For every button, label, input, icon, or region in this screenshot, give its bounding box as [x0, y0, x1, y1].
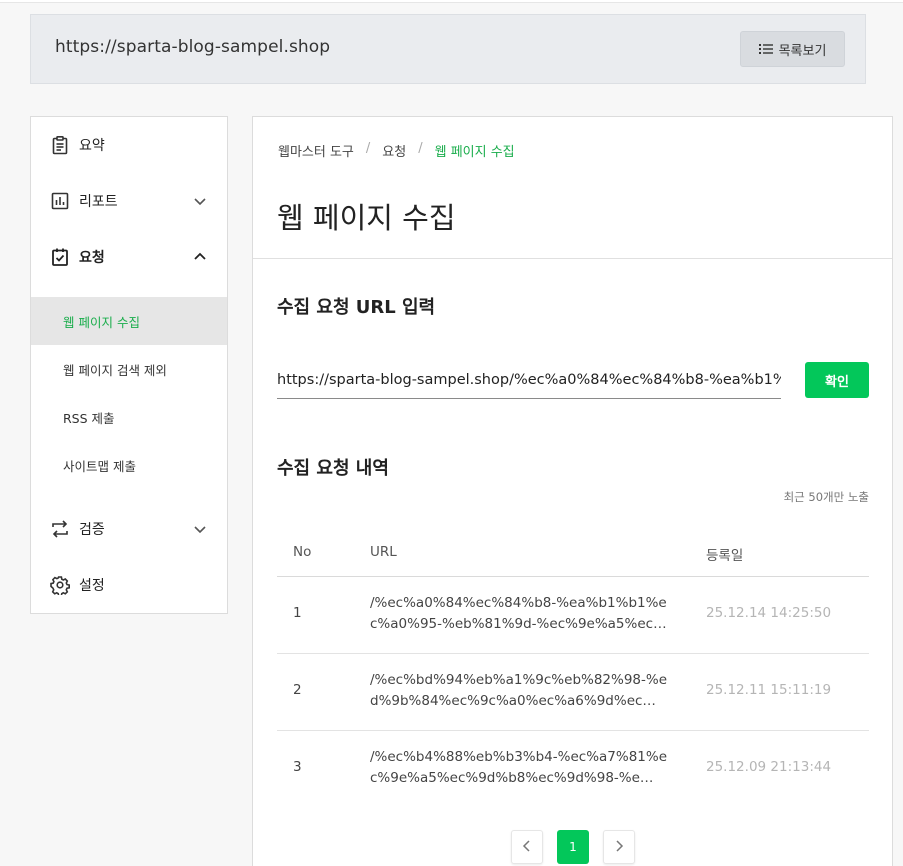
column-header-no: No: [293, 544, 312, 560]
chevron-right-icon: [614, 839, 624, 855]
sidebar-item-summary[interactable]: 요약: [31, 117, 227, 173]
confirm-button[interactable]: 확인: [805, 362, 869, 398]
chevron-up-icon: [193, 249, 207, 268]
sidebar-subitem-web-page-collect[interactable]: 웹 페이지 수집: [31, 297, 227, 345]
bar-chart-icon: [49, 190, 71, 212]
clipboard-icon: [49, 134, 71, 156]
history-hint: 최근 50개만 노출: [783, 490, 869, 504]
top-bar: [0, 0, 903, 3]
next-page-button[interactable]: [603, 830, 635, 864]
chevron-down-icon: [193, 193, 207, 212]
sidebar-item-request[interactable]: 요청: [31, 229, 227, 285]
site-url: https://sparta-blog-sampel.shop: [55, 37, 331, 57]
clipboard-check-icon: [49, 246, 71, 268]
sidebar-item-label: 요청: [79, 250, 105, 266]
url-input[interactable]: [277, 361, 781, 399]
request-section-title: 수집 요청 URL 입력: [277, 297, 436, 318]
sidebar: 요약 리포트 요청 웹 페이지 수집 웹 페이지 검색 제외 RSS 제출 사이…: [30, 116, 228, 614]
row-url: /%ec%bd%94%eb%a1%9c%eb%82%98-%ed%9b%84%e…: [370, 672, 668, 709]
sidebar-subitem-sitemap-submit[interactable]: 사이트맵 제출: [31, 441, 227, 489]
page-button-current[interactable]: 1: [557, 830, 589, 864]
table-row: 2 /%ec%bd%94%eb%a1%9c%eb%82%98-%ed%9b%84…: [277, 654, 869, 731]
row-date: 25.12.14 14:25:50: [706, 605, 832, 621]
breadcrumb-separator: /: [365, 141, 371, 156]
sidebar-item-label: 검증: [79, 522, 105, 538]
row-no: 2: [293, 682, 302, 698]
prev-page-button[interactable]: [511, 830, 543, 864]
breadcrumb-item-request[interactable]: 요청: [382, 141, 406, 160]
sidebar-subitem-rss-submit[interactable]: RSS 제출: [31, 393, 227, 441]
list-view-button[interactable]: 목록보기: [740, 31, 845, 67]
column-header-date: 등록일: [706, 548, 744, 564]
chevron-down-icon: [193, 521, 207, 540]
row-url: /%ec%a0%84%ec%84%b8-%ea%b1%b1%ec%a0%95-%…: [370, 595, 667, 632]
list-view-label: 목록보기: [778, 43, 827, 59]
sidebar-item-report[interactable]: 리포트: [31, 173, 227, 229]
row-no: 3: [293, 759, 302, 775]
table-row: 1 /%ec%a0%84%ec%84%b8-%ea%b1%b1%ec%a0%95…: [277, 577, 869, 654]
breadcrumb-separator: /: [418, 141, 423, 156]
table-header: No URL 등록일: [277, 523, 869, 577]
sidebar-item-label: 리포트: [79, 194, 118, 210]
list-icon: [758, 43, 773, 55]
breadcrumb: 웹마스터 도구 / 요청 / 웹 페이지 수집: [278, 141, 515, 160]
divider: [253, 258, 892, 259]
swap-arrows-icon: [49, 518, 71, 540]
row-date: 25.12.09 21:13:44: [706, 759, 832, 775]
chevron-left-icon: [522, 839, 532, 855]
row-date: 25.12.11 15:11:19: [706, 682, 832, 698]
site-header: https://sparta-blog-sampel.shop 목록보기: [30, 14, 866, 84]
column-header-url: URL: [370, 544, 397, 560]
pagination: 1: [511, 830, 635, 864]
sidebar-item-verify[interactable]: 검증: [31, 501, 227, 557]
page-title: 웹 페이지 수집: [277, 201, 456, 235]
sidebar-item-label: 설정: [79, 578, 105, 594]
table-row: 3 /%ec%b4%88%eb%b3%b4-%ec%a7%81%ec%9e%a5…: [277, 731, 869, 808]
row-url: /%ec%b4%88%eb%b3%b4-%ec%a7%81%ec%9e%a5%e…: [370, 749, 668, 786]
sidebar-item-label: 요약: [79, 138, 105, 154]
row-no: 1: [293, 605, 302, 621]
sidebar-item-settings[interactable]: 설정: [31, 557, 227, 613]
breadcrumb-item-current: 웹 페이지 수집: [434, 145, 515, 160]
gear-icon: [49, 574, 71, 596]
history-section-title: 수집 요청 내역: [277, 458, 389, 479]
breadcrumb-item-webmaster-tools[interactable]: 웹마스터 도구: [278, 141, 354, 160]
sidebar-subitem-web-page-exclude[interactable]: 웹 페이지 검색 제외: [31, 345, 227, 393]
main-panel: 웹마스터 도구 / 요청 / 웹 페이지 수집 웹 페이지 수집 수집 요청 U…: [252, 116, 893, 866]
